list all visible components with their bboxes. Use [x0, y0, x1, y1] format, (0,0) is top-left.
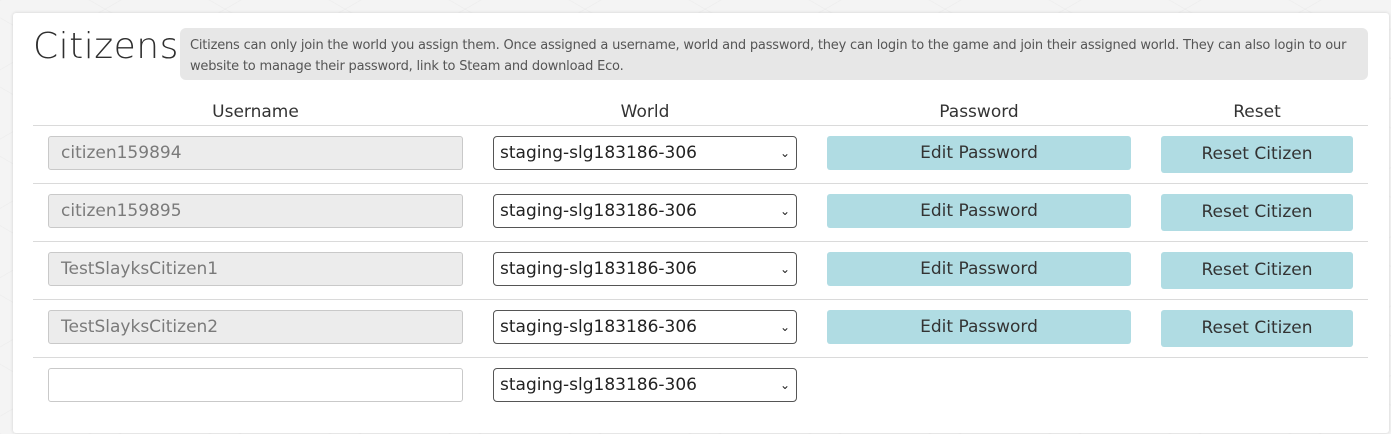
world-select[interactable]: staging-slg183186-306 ⌄	[493, 136, 797, 170]
world-select[interactable]: staging-slg183186-306 ⌄	[493, 252, 797, 286]
chevron-down-icon: ⌄	[779, 204, 790, 218]
chevron-down-icon: ⌄	[779, 378, 790, 392]
new-world-select[interactable]: staging-slg183186-306 ⌄	[493, 368, 797, 402]
username-field[interactable]: TestSlayksCitizen2	[48, 310, 463, 344]
username-field[interactable]: TestSlayksCitizen1	[48, 252, 463, 286]
edit-password-button[interactable]: Edit Password	[827, 252, 1131, 286]
reset-citizen-button[interactable]: Reset Citizen	[1161, 136, 1353, 173]
row-divider	[33, 299, 1368, 300]
row-divider	[33, 183, 1368, 184]
column-header-username: Username	[212, 102, 299, 122]
reset-citizen-button[interactable]: Reset Citizen	[1161, 194, 1353, 231]
world-select-value: staging-slg183186-306	[500, 259, 698, 279]
world-select-value: staging-slg183186-306	[500, 143, 698, 163]
row-divider	[33, 241, 1368, 242]
world-select[interactable]: staging-slg183186-306 ⌄	[493, 194, 797, 228]
reset-citizen-button[interactable]: Reset Citizen	[1161, 310, 1353, 347]
column-header-reset: Reset	[1233, 102, 1281, 122]
edit-password-button[interactable]: Edit Password	[827, 194, 1131, 228]
column-header-world: World	[620, 102, 670, 122]
citizens-panel: Citizens Citizens can only join the worl…	[13, 13, 1389, 433]
row-divider	[33, 357, 1368, 358]
info-box: Citizens can only join the world you ass…	[180, 28, 1368, 80]
page-title: Citizens	[33, 26, 179, 67]
row-divider	[33, 125, 1368, 126]
chevron-down-icon: ⌄	[779, 146, 790, 160]
username-field[interactable]: citizen159895	[48, 194, 463, 228]
username-field[interactable]: citizen159894	[48, 136, 463, 170]
world-select-value: staging-slg183186-306	[500, 201, 698, 221]
world-select[interactable]: staging-slg183186-306 ⌄	[493, 310, 797, 344]
chevron-down-icon: ⌄	[779, 320, 790, 334]
column-header-password: Password	[939, 102, 1019, 122]
edit-password-button[interactable]: Edit Password	[827, 310, 1131, 344]
chevron-down-icon: ⌄	[779, 262, 790, 276]
new-username-input[interactable]	[48, 368, 463, 402]
world-select-value: staging-slg183186-306	[500, 375, 698, 395]
world-select-value: staging-slg183186-306	[500, 317, 698, 337]
edit-password-button[interactable]: Edit Password	[827, 136, 1131, 170]
reset-citizen-button[interactable]: Reset Citizen	[1161, 252, 1353, 289]
